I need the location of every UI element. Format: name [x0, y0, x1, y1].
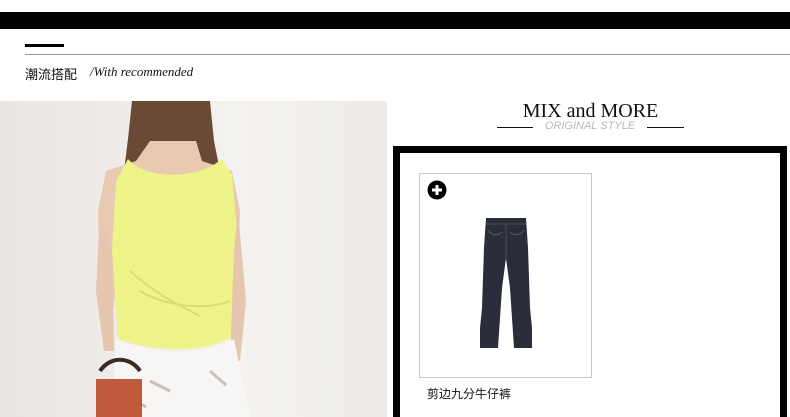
model-photo — [0, 101, 387, 417]
mix-subtitle: ORIGINAL STYLE — [544, 120, 636, 132]
section-divider — [25, 54, 790, 55]
section-accent-line — [25, 44, 64, 47]
plus-circle-icon[interactable] — [427, 180, 447, 200]
mix-rule-left — [497, 127, 533, 128]
product-card[interactable] — [419, 173, 592, 378]
model-illustration — [96, 101, 250, 417]
product-name[interactable]: 剪边九分牛仔裤 — [427, 385, 511, 402]
mix-rule-right — [647, 127, 684, 128]
section-subtitle: /With recommended — [90, 64, 194, 79]
section-title: 潮流搭配 — [25, 68, 78, 83]
jeans-image[interactable] — [480, 218, 532, 350]
top-banner-bar — [0, 12, 790, 29]
